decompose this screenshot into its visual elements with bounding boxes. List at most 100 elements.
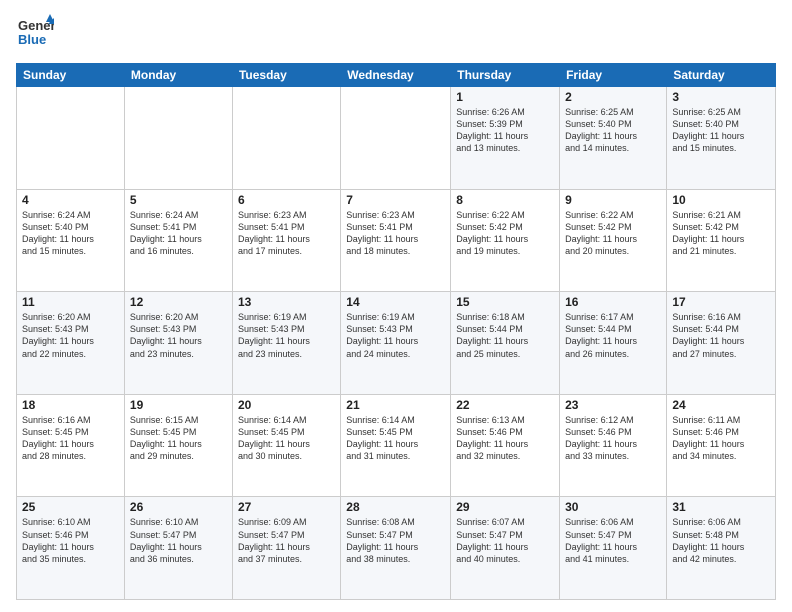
calendar-week-3: 11Sunrise: 6:20 AM Sunset: 5:43 PM Dayli… <box>17 292 776 395</box>
calendar-cell: 7 Sunrise: 6:23 AM Sunset: 5:41 PM Daylig… <box>341 189 451 292</box>
weekday-header-friday: Friday <box>560 64 667 87</box>
weekday-header-monday: Monday <box>124 64 232 87</box>
calendar-cell: 12Sunrise: 6:20 AM Sunset: 5:43 PM Dayli… <box>124 292 232 395</box>
day-info: Sunrise: 6:12 AM Sunset: 5:46 PM Dayligh… <box>565 414 661 463</box>
day-number: 1 <box>456 90 554 104</box>
calendar-cell: 25Sunrise: 6:10 AM Sunset: 5:46 PM Dayli… <box>17 497 125 600</box>
day-info: Sunrise: 6:08 AM Sunset: 5:47 PM Dayligh… <box>346 516 445 565</box>
day-info: Sunrise: 6:18 AM Sunset: 5:44 PM Dayligh… <box>456 311 554 360</box>
day-number: 2 <box>565 90 661 104</box>
calendar-cell: 1 Sunrise: 6:26 AM Sunset: 5:39 PM Daylig… <box>451 87 560 190</box>
day-info: Sunrise: 6:25 AM Sunset: 5:40 PM Dayligh… <box>672 106 770 155</box>
day-number: 9 <box>565 193 661 207</box>
day-info: Sunrise: 6:10 AM Sunset: 5:47 PM Dayligh… <box>130 516 227 565</box>
calendar-week-5: 25Sunrise: 6:10 AM Sunset: 5:46 PM Dayli… <box>17 497 776 600</box>
calendar-cell: 20 Sunrise: 6:14 AM Sunset: 5:45 PM Dayli… <box>232 394 340 497</box>
calendar-cell: 13 Sunrise: 6:19 AM Sunset: 5:43 PM Dayli… <box>232 292 340 395</box>
logo-icon: General Blue <box>16 12 54 50</box>
day-info: Sunrise: 6:23 AM Sunset: 5:41 PM Dayligh… <box>346 209 445 258</box>
day-info: Sunrise: 6:06 AM Sunset: 5:47 PM Dayligh… <box>565 516 661 565</box>
day-info: Sunrise: 6:14 AM Sunset: 5:45 PM Dayligh… <box>238 414 335 463</box>
calendar-cell: 28 Sunrise: 6:08 AM Sunset: 5:47 PM Dayli… <box>341 497 451 600</box>
weekday-header-thursday: Thursday <box>451 64 560 87</box>
calendar-cell: 14Sunrise: 6:19 AM Sunset: 5:43 PM Dayli… <box>341 292 451 395</box>
day-info: Sunrise: 6:19 AM Sunset: 5:43 PM Dayligh… <box>346 311 445 360</box>
day-number: 24 <box>672 398 770 412</box>
header: General Blue <box>16 12 776 55</box>
day-info: Sunrise: 6:16 AM Sunset: 5:44 PM Dayligh… <box>672 311 770 360</box>
weekday-header-tuesday: Tuesday <box>232 64 340 87</box>
day-number: 11 <box>22 295 119 309</box>
day-number: 29 <box>456 500 554 514</box>
day-number: 13 <box>238 295 335 309</box>
calendar-cell <box>17 87 125 190</box>
calendar-cell: 6 Sunrise: 6:23 AM Sunset: 5:41 PM Daylig… <box>232 189 340 292</box>
day-info: Sunrise: 6:23 AM Sunset: 5:41 PM Dayligh… <box>238 209 335 258</box>
calendar-cell: 21Sunrise: 6:14 AM Sunset: 5:45 PM Dayli… <box>341 394 451 497</box>
calendar-cell: 5 Sunrise: 6:24 AM Sunset: 5:41 PM Daylig… <box>124 189 232 292</box>
day-number: 15 <box>456 295 554 309</box>
calendar-cell: 24 Sunrise: 6:11 AM Sunset: 5:46 PM Dayli… <box>667 394 776 497</box>
day-number: 5 <box>130 193 227 207</box>
day-number: 17 <box>672 295 770 309</box>
day-info: Sunrise: 6:24 AM Sunset: 5:41 PM Dayligh… <box>130 209 227 258</box>
day-info: Sunrise: 6:16 AM Sunset: 5:45 PM Dayligh… <box>22 414 119 463</box>
day-number: 10 <box>672 193 770 207</box>
calendar-cell: 8 Sunrise: 6:22 AM Sunset: 5:42 PM Daylig… <box>451 189 560 292</box>
day-info: Sunrise: 6:06 AM Sunset: 5:48 PM Dayligh… <box>672 516 770 565</box>
svg-text:Blue: Blue <box>18 32 46 47</box>
calendar-cell: 31 Sunrise: 6:06 AM Sunset: 5:48 PM Dayli… <box>667 497 776 600</box>
calendar-cell: 23Sunrise: 6:12 AM Sunset: 5:46 PM Dayli… <box>560 394 667 497</box>
day-number: 27 <box>238 500 335 514</box>
day-number: 18 <box>22 398 119 412</box>
day-info: Sunrise: 6:07 AM Sunset: 5:47 PM Dayligh… <box>456 516 554 565</box>
weekday-header-saturday: Saturday <box>667 64 776 87</box>
day-number: 20 <box>238 398 335 412</box>
day-number: 7 <box>346 193 445 207</box>
day-number: 8 <box>456 193 554 207</box>
day-number: 30 <box>565 500 661 514</box>
calendar-cell: 18 Sunrise: 6:16 AM Sunset: 5:45 PM Dayli… <box>17 394 125 497</box>
logo: General Blue <box>16 12 54 55</box>
calendar-cell <box>232 87 340 190</box>
day-number: 16 <box>565 295 661 309</box>
day-info: Sunrise: 6:19 AM Sunset: 5:43 PM Dayligh… <box>238 311 335 360</box>
day-info: Sunrise: 6:24 AM Sunset: 5:40 PM Dayligh… <box>22 209 119 258</box>
day-info: Sunrise: 6:15 AM Sunset: 5:45 PM Dayligh… <box>130 414 227 463</box>
day-number: 19 <box>130 398 227 412</box>
weekday-header-sunday: Sunday <box>17 64 125 87</box>
day-info: Sunrise: 6:22 AM Sunset: 5:42 PM Dayligh… <box>456 209 554 258</box>
calendar-cell: 26Sunrise: 6:10 AM Sunset: 5:47 PM Dayli… <box>124 497 232 600</box>
calendar-cell: 15 Sunrise: 6:18 AM Sunset: 5:44 PM Dayli… <box>451 292 560 395</box>
calendar-cell: 2Sunrise: 6:25 AM Sunset: 5:40 PM Daylig… <box>560 87 667 190</box>
day-number: 6 <box>238 193 335 207</box>
calendar-week-4: 18 Sunrise: 6:16 AM Sunset: 5:45 PM Dayli… <box>17 394 776 497</box>
calendar-table: SundayMondayTuesdayWednesdayThursdayFrid… <box>16 63 776 600</box>
day-info: Sunrise: 6:22 AM Sunset: 5:42 PM Dayligh… <box>565 209 661 258</box>
day-info: Sunrise: 6:21 AM Sunset: 5:42 PM Dayligh… <box>672 209 770 258</box>
day-number: 31 <box>672 500 770 514</box>
calendar-cell: 3 Sunrise: 6:25 AM Sunset: 5:40 PM Daylig… <box>667 87 776 190</box>
day-number: 3 <box>672 90 770 104</box>
calendar-cell <box>341 87 451 190</box>
calendar-cell: 22Sunrise: 6:13 AM Sunset: 5:46 PM Dayli… <box>451 394 560 497</box>
calendar-cell: 30 Sunrise: 6:06 AM Sunset: 5:47 PM Dayli… <box>560 497 667 600</box>
calendar-cell: 19 Sunrise: 6:15 AM Sunset: 5:45 PM Dayli… <box>124 394 232 497</box>
day-number: 25 <box>22 500 119 514</box>
calendar-cell: 4 Sunrise: 6:24 AM Sunset: 5:40 PM Daylig… <box>17 189 125 292</box>
day-info: Sunrise: 6:11 AM Sunset: 5:46 PM Dayligh… <box>672 414 770 463</box>
day-info: Sunrise: 6:09 AM Sunset: 5:47 PM Dayligh… <box>238 516 335 565</box>
day-number: 21 <box>346 398 445 412</box>
day-info: Sunrise: 6:26 AM Sunset: 5:39 PM Dayligh… <box>456 106 554 155</box>
calendar-cell: 9 Sunrise: 6:22 AM Sunset: 5:42 PM Daylig… <box>560 189 667 292</box>
day-number: 12 <box>130 295 227 309</box>
calendar-cell: 10 Sunrise: 6:21 AM Sunset: 5:42 PM Dayli… <box>667 189 776 292</box>
day-number: 4 <box>22 193 119 207</box>
calendar-cell: 17 Sunrise: 6:16 AM Sunset: 5:44 PM Dayli… <box>667 292 776 395</box>
page: General Blue SundayMondayTuesdayWednesda… <box>0 0 792 612</box>
calendar-week-2: 4 Sunrise: 6:24 AM Sunset: 5:40 PM Daylig… <box>17 189 776 292</box>
day-info: Sunrise: 6:13 AM Sunset: 5:46 PM Dayligh… <box>456 414 554 463</box>
day-number: 28 <box>346 500 445 514</box>
calendar-cell <box>124 87 232 190</box>
calendar-week-1: 1 Sunrise: 6:26 AM Sunset: 5:39 PM Daylig… <box>17 87 776 190</box>
